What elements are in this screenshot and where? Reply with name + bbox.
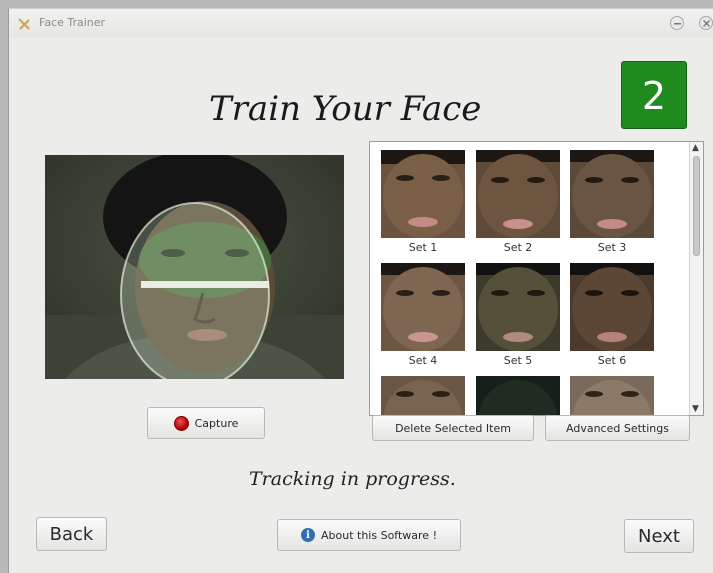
status-text: Tracking in progress. [249,468,456,490]
advanced-settings-button[interactable]: Advanced Settings [545,415,690,441]
thumbnail[interactable] [570,376,654,415]
record-icon [173,415,189,431]
title-bar: Face Trainer [9,9,713,37]
thumbnail[interactable] [570,150,654,238]
advanced-label: Advanced Settings [566,421,669,435]
delete-label: Delete Selected Item [395,421,511,435]
scroll-up-icon[interactable]: ▲ [692,143,699,153]
minimize-icon[interactable] [670,16,684,30]
thumbnail[interactable] [476,263,560,351]
close-icon[interactable] [699,16,713,30]
face-trainer-window: Face Trainer Train Your Face 2 Set 1 Set… [8,8,713,573]
page-title: Train Your Face [209,89,482,129]
thumbnail[interactable] [476,150,560,238]
camera-preview [45,155,344,379]
face-ellipse-overlay [120,202,270,379]
next-label: Next [638,525,680,547]
back-label: Back [49,523,94,545]
next-button[interactable]: Next [624,519,694,553]
delete-selected-button[interactable]: Delete Selected Item [372,415,534,441]
thumbnail[interactable] [381,376,465,415]
scroll-down-icon[interactable]: ▼ [692,404,699,414]
step-badge: 2 [621,61,687,129]
thumbnail-label: Set 4 [408,354,438,367]
gallery-scrollbar[interactable]: ▲ ▼ [689,142,703,415]
thumbnail[interactable] [570,263,654,351]
training-set-gallery[interactable]: Set 1 Set 2 Set 3 Set 4 Set 5 Set 6 ▲ ▼ [369,141,704,416]
about-label: About this Software ! [321,528,437,542]
thumbnail[interactable] [381,263,465,351]
app-logo-icon [17,16,31,30]
info-icon: i [301,528,315,542]
thumbnail-label: Set 1 [408,241,438,254]
thumbnail[interactable] [476,376,560,415]
thumbnail[interactable] [381,150,465,238]
thumbnail-label: Set 5 [503,354,533,367]
scroll-thumb[interactable] [693,156,700,256]
thumbnail-label: Set 3 [597,241,627,254]
capture-label: Capture [194,416,239,430]
capture-button[interactable]: Capture [147,407,265,439]
thumbnail-label: Set 6 [597,354,627,367]
back-button[interactable]: Back [36,517,107,551]
thumbnail-label: Set 2 [503,241,533,254]
window-title: Face Trainer [39,16,106,29]
about-button[interactable]: i About this Software ! [277,519,461,551]
